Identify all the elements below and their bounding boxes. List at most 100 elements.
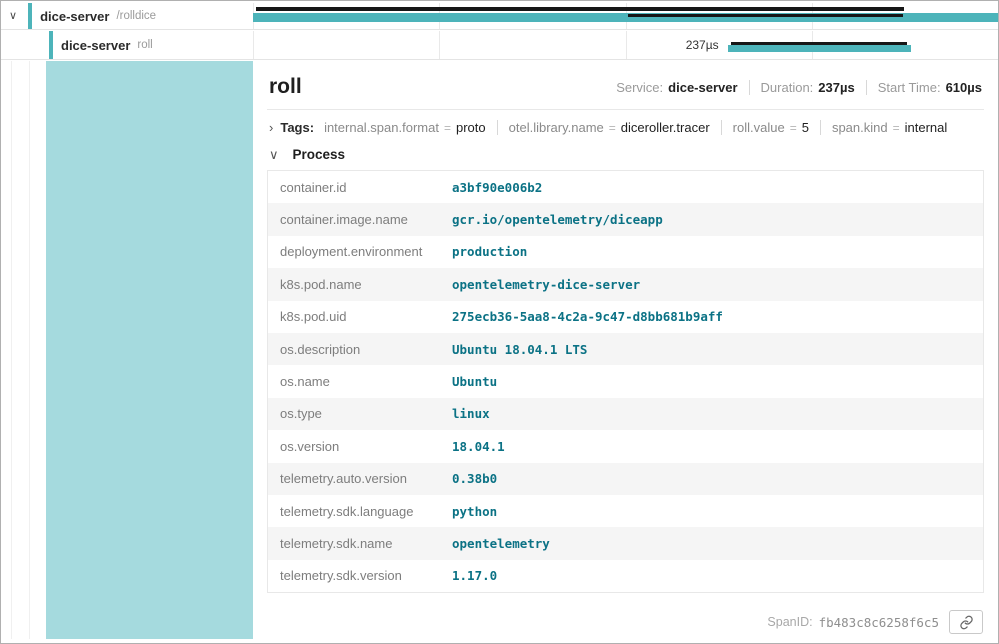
process-key: telemetry.sdk.version <box>268 568 446 583</box>
tags-summary-toggle[interactable]: › Tags: internal.span.format = proto ote… <box>267 110 984 143</box>
tag-value: diceroller.tracer <box>621 120 710 135</box>
process-value: 1.17.0 <box>446 568 983 583</box>
timeline-column <box>253 3 998 29</box>
table-row: os.description Ubuntu 18.04.1 LTS <box>268 333 983 365</box>
tag-key: internal.span.format <box>324 120 439 135</box>
span-id-label: SpanID: <box>767 615 812 629</box>
divider <box>820 120 821 135</box>
process-value: production <box>446 244 983 259</box>
tag-value: internal <box>905 120 948 135</box>
tag-item: internal.span.format = proto <box>324 120 486 135</box>
timeline-column: 237µs <box>253 31 998 59</box>
span-detail-title: roll <box>269 75 302 99</box>
timeline-tick <box>439 31 440 59</box>
span-detail-color-block <box>46 61 253 639</box>
table-row: k8s.pod.uid 275ecb36-5aa8-4c2a-9c47-d8bb… <box>268 301 983 333</box>
equals-sign: = <box>444 121 451 135</box>
collapse-chevron-icon[interactable]: ∨ <box>9 11 17 22</box>
process-section-toggle[interactable]: ∨ Process <box>267 143 984 168</box>
span-detail-panel: roll Service: dice-server Duration: 237µ… <box>253 61 998 643</box>
tag-item: span.kind = internal <box>832 120 947 135</box>
start-time-value: 610µs <box>946 80 982 95</box>
equals-sign: = <box>609 121 616 135</box>
process-value: python <box>446 504 983 519</box>
divider <box>866 80 867 95</box>
chevron-down-icon: ∨ <box>269 148 279 161</box>
span-name-column: dice-server roll <box>1 31 253 59</box>
tag-value: proto <box>456 120 486 135</box>
table-row: os.type linux <box>268 398 983 430</box>
process-key: k8s.pod.name <box>268 277 446 292</box>
table-row: telemetry.sdk.name opentelemetry <box>268 527 983 559</box>
process-key: os.type <box>268 406 446 421</box>
minimap-bar-segment <box>628 14 904 17</box>
table-row: os.name Ubuntu <box>268 365 983 397</box>
process-value: opentelemetry-dice-server <box>446 277 983 292</box>
table-row: telemetry.sdk.version 1.17.0 <box>268 560 983 592</box>
process-key: os.name <box>268 374 446 389</box>
span-operation-name: roll <box>137 39 152 51</box>
start-time-label: Start Time: <box>878 80 941 95</box>
roll-span-bar[interactable] <box>728 45 911 52</box>
span-color-bar <box>28 3 32 29</box>
deep-link-button[interactable] <box>949 610 983 634</box>
table-row: k8s.pod.name opentelemetry-dice-server <box>268 268 983 300</box>
process-value: a3bf90e006b2 <box>446 180 983 195</box>
tag-item: otel.library.name = diceroller.tracer <box>509 120 710 135</box>
minimap-bar <box>256 7 904 11</box>
equals-sign: = <box>893 121 900 135</box>
chevron-right-icon: › <box>269 121 273 134</box>
process-value: 0.38b0 <box>446 471 983 486</box>
tag-key: otel.library.name <box>509 120 604 135</box>
divider <box>497 120 498 135</box>
process-value: Ubuntu <box>446 374 983 389</box>
span-row-rolldice[interactable]: ∨ dice-server /rolldice <box>1 3 998 30</box>
span-service-name: dice-server <box>61 38 130 53</box>
span-id-value: fb483c8c6258f6c5 <box>819 615 939 630</box>
table-row: telemetry.sdk.language python <box>268 495 983 527</box>
tag-key: roll.value <box>733 120 785 135</box>
tags-label: Tags: <box>280 120 314 135</box>
table-row: container.image.name gcr.io/opentelemetr… <box>268 203 983 235</box>
divider <box>721 120 722 135</box>
process-key: os.version <box>268 439 446 454</box>
link-icon <box>959 615 974 630</box>
table-row: container.id a3bf90e006b2 <box>268 171 983 203</box>
service-label: Service: <box>616 80 663 95</box>
tree-guide-line <box>29 61 30 639</box>
span-service-name: dice-server <box>40 9 109 24</box>
tag-value: 5 <box>802 120 809 135</box>
divider <box>749 80 750 95</box>
timeline-tick <box>253 31 254 59</box>
process-value: 275ecb36-5aa8-4c2a-9c47-d8bb681b9aff <box>446 309 983 324</box>
process-value: gcr.io/opentelemetry/diceapp <box>446 212 983 227</box>
table-row: deployment.environment production <box>268 236 983 268</box>
process-key: telemetry.auto.version <box>268 471 446 486</box>
span-name-column: ∨ dice-server /rolldice <box>1 3 253 29</box>
span-operation-name: /rolldice <box>116 10 156 22</box>
process-value: linux <box>446 406 983 421</box>
process-key: telemetry.sdk.language <box>268 504 446 519</box>
span-detail-footer: SpanID: fb483c8c6258f6c5 <box>767 610 983 634</box>
span-color-bar <box>49 31 53 59</box>
process-key: deployment.environment <box>268 244 446 259</box>
jaeger-trace-view: ∨ dice-server /rolldice dice-server roll <box>0 0 999 644</box>
duration-label: Duration: <box>761 80 814 95</box>
process-value: opentelemetry <box>446 536 983 551</box>
span-detail-header: roll Service: dice-server Duration: 237µ… <box>267 61 984 110</box>
process-key: container.image.name <box>268 212 446 227</box>
process-value: Ubuntu 18.04.1 LTS <box>446 342 983 357</box>
tag-key: span.kind <box>832 120 888 135</box>
span-overview: Service: dice-server Duration: 237µs Sta… <box>616 80 982 95</box>
table-row: os.version 18.04.1 <box>268 430 983 462</box>
process-label: Process <box>293 147 346 162</box>
duration-value: 237µs <box>818 80 854 95</box>
service-value: dice-server <box>668 80 737 95</box>
span-row-roll[interactable]: dice-server roll 237µs <box>1 31 998 60</box>
process-value: 18.04.1 <box>446 439 983 454</box>
process-key: telemetry.sdk.name <box>268 536 446 551</box>
process-key-value-table: container.id a3bf90e006b2 container.imag… <box>267 170 984 593</box>
tree-guide-line <box>11 61 12 639</box>
span-duration-label: 237µs <box>607 38 719 52</box>
process-key: k8s.pod.uid <box>268 309 446 324</box>
